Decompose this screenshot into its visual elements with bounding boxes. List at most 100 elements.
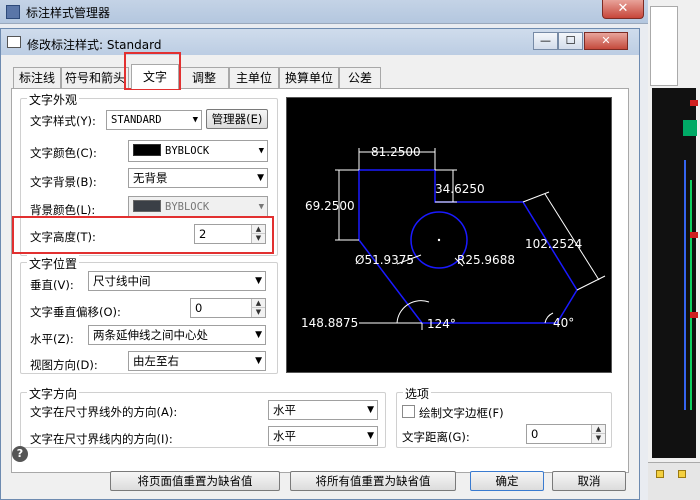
background-panel bbox=[650, 6, 678, 86]
dim-top-text: 81.2500 bbox=[371, 145, 421, 159]
spin-down-icon[interactable]: ▼ bbox=[591, 434, 605, 443]
preview-drawing: 81.2500 69.2500 34.6250 102.2524 Ø51.937… bbox=[301, 145, 606, 331]
outside-direction-label: 文字在尺寸界线外的方向(A): bbox=[30, 405, 178, 419]
chevron-down-icon: ▼ bbox=[257, 173, 264, 183]
maximize-button[interactable]: ☐ bbox=[558, 32, 583, 50]
tray-icon[interactable] bbox=[656, 470, 664, 478]
outer-window-titlebar: 标注样式管理器 ✕ bbox=[0, 0, 648, 24]
background-green-block bbox=[683, 120, 697, 136]
inside-direction-select[interactable]: 水平 ▼ bbox=[268, 426, 378, 446]
chevron-down-icon: ▼ bbox=[258, 202, 264, 212]
horizontal-select[interactable]: 两条延伸线之间中心处 ▼ bbox=[88, 325, 266, 345]
background-red-marker bbox=[690, 100, 698, 106]
angle-1-text: 124° bbox=[427, 317, 456, 331]
app-icon bbox=[6, 5, 20, 19]
text-background-select[interactable]: 无背景 ▼ bbox=[128, 168, 268, 188]
view-direction-select[interactable]: 由左至右 ▼ bbox=[128, 351, 266, 371]
chevron-down-icon: ▼ bbox=[255, 356, 262, 366]
view-direction-value: 由左至右 bbox=[133, 354, 179, 368]
reset-all-button[interactable]: 将所有值重置为缺省值 bbox=[290, 471, 456, 491]
background-tray bbox=[648, 462, 700, 500]
tab-tolerances[interactable]: 公差 bbox=[339, 67, 381, 88]
outer-close-button[interactable]: ✕ bbox=[602, 0, 644, 19]
tab-symbols-arrows[interactable]: 符号和箭头 bbox=[61, 67, 129, 88]
preview-dimension-text: 81.2500 69.2500 34.6250 102.2524 Ø51.937… bbox=[301, 145, 582, 331]
vertical-offset-value: 0 bbox=[195, 301, 203, 315]
text-distance-value: 0 bbox=[531, 427, 539, 441]
chevron-down-icon: ▼ bbox=[255, 276, 262, 286]
inside-direction-label: 文字在尺寸界线内的方向(I): bbox=[30, 432, 173, 446]
text-background-value: 无背景 bbox=[133, 171, 168, 185]
minimize-button[interactable]: — bbox=[533, 32, 558, 50]
vertical-label: 垂直(V): bbox=[30, 278, 74, 292]
horizontal-label: 水平(Z): bbox=[30, 332, 74, 346]
dimension-preview: 81.2500 69.2500 34.6250 102.2524 Ø51.937… bbox=[286, 97, 612, 373]
preview-center bbox=[437, 238, 441, 242]
vertical-select[interactable]: 尺寸线中间 ▼ bbox=[88, 271, 266, 291]
text-position-label: 文字位置 bbox=[27, 255, 80, 272]
background-color-swatch bbox=[133, 200, 161, 212]
dialog-titlebar: 修改标注样式: Standard — ☐ ✕ bbox=[1, 29, 639, 55]
text-direction-label: 文字方向 bbox=[27, 385, 80, 402]
text-style-label: 文字样式(Y): bbox=[30, 114, 96, 128]
spin-up-icon[interactable]: ▲ bbox=[591, 425, 605, 434]
background-green-line bbox=[690, 180, 692, 410]
text-color-value: BYBLOCK bbox=[165, 145, 210, 157]
dim-right-text: 102.2524 bbox=[525, 237, 582, 251]
tab-alternate-units[interactable]: 换算单位 bbox=[279, 67, 339, 88]
text-style-select[interactable]: STANDARD ▼ bbox=[106, 110, 202, 130]
cancel-button[interactable]: 取消 bbox=[552, 471, 626, 491]
text-style-manager-button[interactable]: 管理器(E) bbox=[206, 109, 268, 129]
text-style-value: STANDARD bbox=[111, 114, 162, 126]
tab-fit[interactable]: 调整 bbox=[179, 67, 229, 88]
background-red-marker bbox=[690, 232, 698, 238]
inside-direction-value: 水平 bbox=[273, 429, 296, 443]
text-color-swatch bbox=[133, 144, 161, 156]
text-distance-stepper[interactable]: 0 ▲ ▼ bbox=[526, 424, 606, 444]
dim-bottom-text: 148.8875 bbox=[301, 316, 358, 330]
dialog-title: 修改标注样式: Standard bbox=[27, 38, 162, 52]
draw-frame-label: 绘制文字边框(F) bbox=[419, 406, 504, 420]
angle-2-text: 40° bbox=[553, 316, 574, 330]
outer-window-title: 标注样式管理器 bbox=[26, 6, 111, 20]
background-red-marker bbox=[690, 312, 698, 318]
help-icon[interactable]: ? bbox=[12, 446, 28, 462]
text-background-label: 文字背景(B): bbox=[30, 175, 97, 189]
tab-primary-units[interactable]: 主单位 bbox=[229, 67, 279, 88]
tab-dimension-lines[interactable]: 标注线 bbox=[13, 67, 61, 88]
chevron-down-icon: ▼ bbox=[192, 115, 198, 125]
horizontal-value: 两条延伸线之间中心处 bbox=[93, 328, 208, 342]
view-direction-label: 视图方向(D): bbox=[30, 358, 98, 372]
ok-button[interactable]: 确定 bbox=[470, 471, 544, 491]
spin-up-icon[interactable]: ▲ bbox=[251, 299, 265, 308]
dim-left-text: 69.2500 bbox=[305, 199, 355, 213]
vertical-value: 尺寸线中间 bbox=[93, 274, 151, 288]
text-color-select[interactable]: BYBLOCK ▼ bbox=[128, 140, 268, 162]
chevron-down-icon: ▼ bbox=[255, 330, 262, 340]
tab-text[interactable]: 文字 bbox=[131, 64, 179, 89]
vertical-offset-stepper[interactable]: 0 ▲ ▼ bbox=[190, 298, 266, 318]
outside-direction-value: 水平 bbox=[273, 403, 296, 417]
text-color-label: 文字颜色(C): bbox=[30, 146, 97, 160]
dim-diameter-text: Ø51.9375 bbox=[355, 253, 414, 267]
text-height-highlight-box bbox=[12, 216, 274, 254]
dim-small-text: 34.6250 bbox=[435, 182, 485, 196]
dialog-icon bbox=[7, 36, 21, 48]
chevron-down-icon: ▼ bbox=[367, 431, 374, 441]
close-button[interactable]: ✕ bbox=[584, 32, 628, 50]
text-distance-label: 文字距离(G): bbox=[402, 430, 470, 444]
background-color-value: BYBLOCK bbox=[165, 201, 210, 213]
spin-down-icon[interactable]: ▼ bbox=[251, 308, 265, 317]
options-label: 选项 bbox=[403, 385, 432, 402]
vertical-offset-label: 文字垂直偏移(O): bbox=[30, 305, 121, 319]
background-color-select[interactable]: BYBLOCK ▼ bbox=[128, 196, 268, 218]
reset-page-button[interactable]: 将页面值重置为缺省值 bbox=[110, 471, 280, 491]
chevron-down-icon: ▼ bbox=[367, 405, 374, 415]
draw-frame-checkbox[interactable] bbox=[402, 405, 415, 418]
text-appearance-label: 文字外观 bbox=[27, 91, 80, 108]
tray-icon[interactable] bbox=[678, 470, 686, 478]
background-blue-line bbox=[684, 160, 686, 410]
dim-radius-text: R25.9688 bbox=[457, 253, 515, 267]
chevron-down-icon: ▼ bbox=[258, 146, 264, 156]
outside-direction-select[interactable]: 水平 ▼ bbox=[268, 400, 378, 420]
